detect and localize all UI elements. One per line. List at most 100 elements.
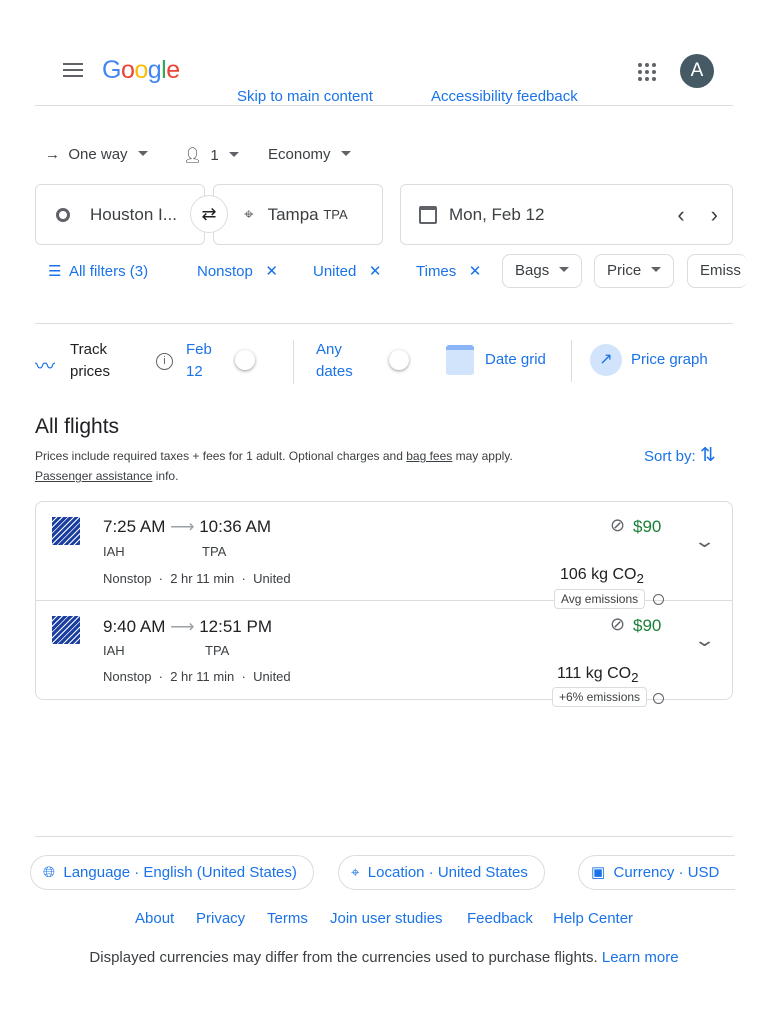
caret-down-icon: [228, 152, 239, 162]
emissions-badge: +6% emissions: [552, 687, 648, 707]
location-pin-icon: ⌖: [244, 204, 254, 224]
emissions: 106 kg CO2: [560, 566, 644, 587]
arrow-icon: ⟶: [170, 617, 195, 636]
emissions-value: 111 kg CO: [557, 665, 632, 682]
footer-link-terms[interactable]: Terms: [267, 910, 308, 927]
language-button[interactable]: 🌐︎ Language · English (United States): [30, 855, 314, 890]
passengers-select[interactable]: 👤︎ 1: [183, 146, 239, 164]
united-logo: [52, 616, 80, 644]
apps-grid-icon[interactable]: [638, 63, 656, 81]
all-filters-button[interactable]: ☰ All filters (3): [48, 262, 148, 280]
track-date-label: Feb 12: [186, 339, 212, 383]
location-button[interactable]: ⌖ Location · United States: [338, 855, 545, 890]
depart-time: 7:25 AM: [103, 517, 166, 536]
globe-icon: 🌐︎: [43, 864, 56, 881]
divider: [35, 105, 733, 106]
footer-link-feedback[interactable]: Feedback: [467, 910, 533, 927]
currency-disclaimer: Displayed currencies may differ from the…: [0, 949, 768, 966]
flight-row[interactable]: 7:25 AM ⟶ 10:36 AM IAH TPA Nonstop · 2 h…: [35, 501, 733, 609]
emissions-value: 106 kg CO: [560, 566, 637, 583]
price-note: Prices include required taxes + fees for…: [35, 446, 595, 486]
passenger-assistance-link[interactable]: Passenger assistance: [35, 469, 152, 483]
destination-code: TPA: [202, 544, 227, 559]
price-filter[interactable]: Price: [594, 254, 675, 288]
avatar[interactable]: A: [680, 54, 714, 88]
note-text: may apply.: [452, 449, 513, 463]
arrow-right-icon: →: [45, 146, 60, 163]
prev-date-button[interactable]: ‹: [677, 202, 684, 228]
track-date-toggle[interactable]: [235, 350, 255, 370]
flight-row[interactable]: 9:40 AM ⟶ 12:51 PM IAH TPA Nonstop · 2 h…: [35, 601, 733, 707]
emissions-filter[interactable]: Emiss: [687, 254, 747, 288]
footer-link-about[interactable]: About: [135, 910, 174, 927]
info-icon[interactable]: [653, 693, 664, 704]
google-logo[interactable]: Google: [102, 56, 180, 85]
no-carry-on-icon: ⊘: [610, 614, 626, 634]
circle-icon: [56, 207, 70, 222]
date-input[interactable]: Mon, Feb 12 ‹ ›: [400, 184, 733, 245]
caret-down-icon: [137, 151, 148, 161]
chip-label: Nonstop: [197, 263, 253, 280]
flight-times: 9:40 AM ⟶ 12:51 PM: [103, 617, 272, 637]
footer-link-privacy[interactable]: Privacy: [196, 910, 245, 927]
swap-button[interactable]: ⇄: [190, 195, 228, 233]
price-label: Price: [607, 262, 642, 279]
united-logo: [52, 517, 80, 545]
accessibility-feedback-link[interactable]: Accessibility feedback: [431, 88, 578, 105]
next-date-button[interactable]: ›: [711, 202, 718, 228]
divider: [35, 836, 733, 837]
bag-fees-link[interactable]: bag fees: [406, 449, 452, 463]
trend-icon: 〰: [35, 356, 55, 378]
swap-icon: ⇄: [201, 204, 217, 224]
all-flights-heading: All flights: [35, 415, 120, 438]
learn-more-link[interactable]: Learn more: [602, 949, 679, 966]
info-icon[interactable]: i: [156, 353, 173, 370]
track-line2: prices: [70, 363, 111, 380]
close-icon[interactable]: ✕: [369, 263, 382, 280]
any-dates-toggle[interactable]: [389, 350, 409, 370]
origin-input[interactable]: Houston I...: [35, 184, 205, 245]
expand-chevron-icon[interactable]: ⌄: [693, 531, 716, 552]
footer-link-help[interactable]: Help Center: [553, 910, 633, 927]
stops: Nonstop: [103, 571, 152, 586]
footer-link-user-studies[interactable]: Join user studies: [330, 910, 443, 927]
bags-filter[interactable]: Bags: [502, 254, 583, 288]
close-icon[interactable]: ✕: [265, 263, 278, 280]
cabin-class-select[interactable]: Economy: [268, 146, 351, 163]
caret-down-icon: [340, 151, 351, 161]
stops: Nonstop: [103, 669, 152, 684]
disclaimer-text: Displayed currencies may differ from the…: [89, 949, 598, 966]
duration: 2 hr 11 min: [170, 571, 235, 586]
filter-chip-times[interactable]: Times ✕: [416, 262, 481, 280]
date-grid-button[interactable]: Date grid: [485, 351, 546, 368]
date-line2: 12: [186, 363, 203, 380]
track-line1: Track: [70, 341, 107, 358]
destination-value: Tampa: [267, 204, 319, 224]
no-carry-on-icon: ⊘: [610, 515, 626, 535]
currency-button[interactable]: ▣ Currency · USD: [578, 855, 736, 890]
chip-label: Times: [416, 263, 457, 280]
skip-to-main-link[interactable]: Skip to main content: [237, 88, 373, 105]
caret-down-icon: [559, 267, 570, 277]
sort-icon: ⇅: [699, 445, 716, 466]
chip-label: United: [313, 263, 357, 280]
filter-chip-nonstop[interactable]: Nonstop ✕: [197, 262, 278, 280]
trip-type-select[interactable]: → One way: [45, 146, 148, 163]
sort-label: Sort by:: [644, 448, 696, 465]
close-icon[interactable]: ✕: [469, 263, 482, 280]
duration: 2 hr 11 min: [170, 669, 235, 684]
price-graph-button[interactable]: Price graph: [631, 351, 708, 368]
airline: United: [253, 669, 291, 684]
flight-meta: Nonstop · 2 hr 11 min · United: [103, 669, 291, 684]
any-dates-label: Any dates: [316, 339, 353, 383]
bags-label: Bags: [515, 262, 550, 279]
destination-input[interactable]: ⌖ Tampa TPA: [213, 184, 383, 245]
note-text: info.: [152, 469, 179, 483]
filter-chip-united[interactable]: United ✕: [313, 262, 381, 280]
main-menu-button[interactable]: [63, 63, 83, 81]
emissions-label: Emiss: [700, 262, 741, 279]
passenger-count: 1: [210, 147, 219, 164]
destination-code: TPA: [323, 207, 348, 222]
expand-chevron-icon[interactable]: ⌄: [693, 630, 716, 651]
sort-button[interactable]: Sort by: ⇅: [644, 444, 716, 467]
